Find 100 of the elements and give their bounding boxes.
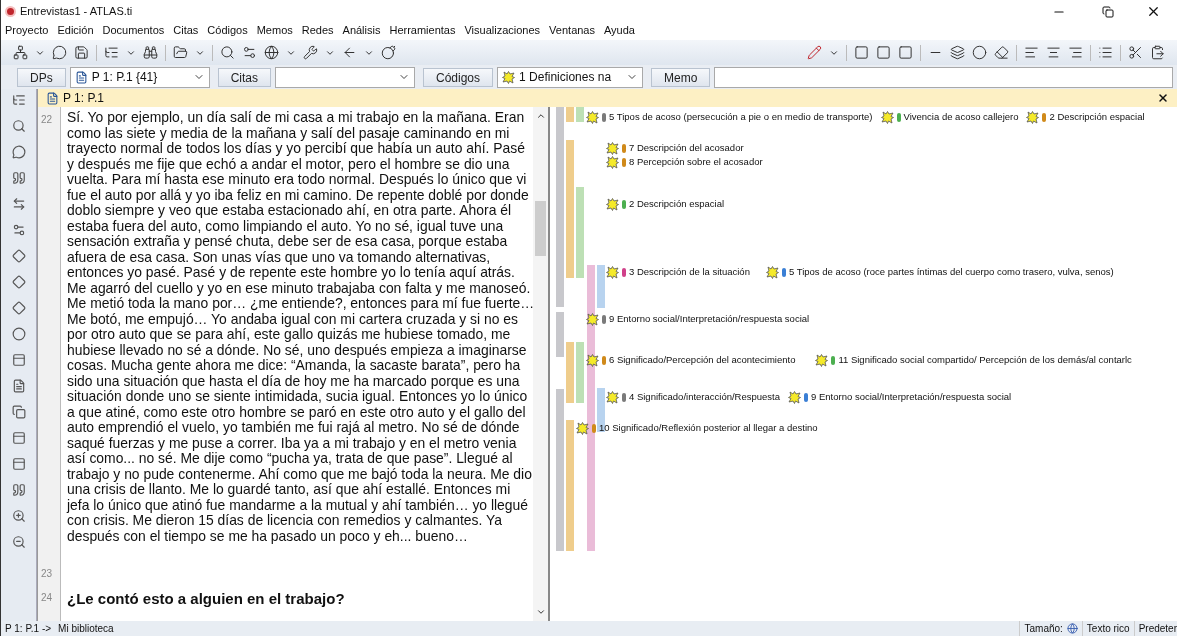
scroll-down-icon[interactable] bbox=[535, 607, 546, 617]
tool-icon[interactable] bbox=[11, 431, 26, 445]
scrollbar[interactable] bbox=[533, 107, 548, 621]
save-icon[interactable] bbox=[74, 45, 89, 60]
align-center-icon[interactable] bbox=[1046, 45, 1061, 60]
document-title: P 1: P.1 bbox=[63, 90, 104, 107]
tool-icon[interactable] bbox=[11, 379, 26, 393]
code-label[interactable]: 11 Significado social compartido/ Percepción de los demás/al contarlc bbox=[838, 353, 1132, 368]
status-mode: Predeter bbox=[1133, 621, 1177, 636]
code-icon bbox=[606, 390, 619, 404]
dropdown-value: P 1: P.1 {41} bbox=[91, 69, 159, 86]
code-label[interactable]: 2 Descripción espacial bbox=[629, 197, 725, 212]
tool-icon[interactable] bbox=[11, 93, 26, 107]
menu-item[interactable]: Citas bbox=[173, 21, 199, 39]
network-icon[interactable] bbox=[13, 45, 28, 60]
tool-icon[interactable] bbox=[11, 119, 26, 133]
code-label[interactable]: 9 Entorno social/Interpretación/respuesta social bbox=[811, 390, 1012, 405]
tool-icon[interactable] bbox=[11, 457, 26, 471]
dropdown-field[interactable]: P 1: P.1 {41} bbox=[69, 66, 210, 88]
status-size-label: Tamaño: bbox=[1019, 621, 1063, 636]
tool-icon[interactable] bbox=[11, 197, 26, 211]
code-icon bbox=[576, 421, 589, 435]
eraser-icon[interactable] bbox=[994, 45, 1009, 60]
search-icon[interactable] bbox=[220, 45, 235, 60]
menu-item[interactable]: Ayuda bbox=[604, 21, 635, 39]
code-icon bbox=[606, 155, 619, 169]
scroll-thumb[interactable] bbox=[535, 201, 546, 256]
panel-button[interactable]: DPs bbox=[17, 67, 66, 87]
close-icon[interactable] bbox=[1157, 92, 1169, 104]
code-label[interactable]: 2 Descripción espacial bbox=[1049, 110, 1145, 125]
code-icon bbox=[880, 110, 894, 124]
menu-item[interactable]: Códigos bbox=[207, 21, 248, 39]
tool-icon[interactable] bbox=[11, 353, 26, 367]
dropdown-field[interactable]: 1 Definiciones na bbox=[497, 66, 644, 88]
speech-bubble-icon[interactable] bbox=[52, 45, 67, 60]
question-heading: ¿Le contó esto a alguien en el trabajo? bbox=[67, 589, 345, 609]
restore-icon[interactable] bbox=[1102, 5, 1114, 18]
pen-icon[interactable] bbox=[807, 45, 822, 60]
tool-icon[interactable] bbox=[11, 483, 26, 497]
panel-button[interactable]: Citas bbox=[217, 67, 271, 87]
window-title: Entrevistas1 - ATLAS.ti bbox=[20, 4, 133, 20]
code-label[interactable]: 9 Entorno social/Interpretación/respuesta social bbox=[609, 312, 810, 327]
tool-icon[interactable] bbox=[11, 327, 26, 341]
globe-icon[interactable] bbox=[264, 45, 279, 60]
align-left-icon[interactable] bbox=[1024, 45, 1039, 60]
menu-item[interactable]: Proyecto bbox=[5, 21, 49, 39]
tool-icon[interactable] bbox=[11, 535, 26, 549]
menu-item[interactable]: Memos bbox=[256, 21, 293, 39]
paste-icon[interactable] bbox=[1150, 45, 1165, 60]
list-icon[interactable] bbox=[1098, 45, 1113, 60]
globe-icon bbox=[1066, 623, 1078, 634]
cut-icon[interactable] bbox=[1128, 45, 1143, 60]
scroll-up-icon[interactable] bbox=[535, 111, 546, 121]
code-icon bbox=[606, 265, 619, 279]
line-number: 23 bbox=[41, 567, 53, 581]
binoculars-icon[interactable] bbox=[143, 45, 158, 60]
status-path: P 1: P.1 -> bbox=[5, 622, 52, 636]
menu-item[interactable]: Edición bbox=[57, 21, 94, 39]
bomb-icon[interactable] bbox=[381, 45, 396, 60]
menu-item[interactable]: Visualizaciones bbox=[464, 21, 541, 39]
code-icon bbox=[586, 353, 599, 367]
code-icon bbox=[1026, 110, 1040, 124]
wrench-icon[interactable] bbox=[303, 45, 318, 60]
code-icon bbox=[815, 353, 829, 367]
dropdown-value: 1 Definiciones na bbox=[519, 69, 613, 86]
code-label[interactable]: 7 Descripción del acosador bbox=[629, 141, 744, 156]
code-label[interactable]: Vivencia de acoso callejero bbox=[903, 110, 1019, 125]
menu-item[interactable]: Redes bbox=[301, 21, 334, 39]
code-label[interactable]: 4 Significado/interacción/Respuesta bbox=[629, 390, 781, 405]
tool-icon[interactable] bbox=[11, 171, 26, 185]
panel-button[interactable]: Memo bbox=[651, 67, 711, 87]
code-icon bbox=[765, 265, 779, 279]
tool-icon[interactable] bbox=[11, 509, 26, 523]
code-label[interactable]: 10 Significado/Reflexión posterior al llegar a destino bbox=[599, 421, 818, 436]
code-label[interactable]: 6 Significado/Percepción del acontecimiento bbox=[609, 353, 796, 368]
tool-icon[interactable] bbox=[11, 301, 26, 315]
code-label[interactable]: 5 Tipos de acoso (persecución a pie o en medio de transporte) bbox=[609, 110, 873, 125]
code-label[interactable]: 3 Descripción de la situación bbox=[629, 265, 750, 280]
tool-icon[interactable] bbox=[11, 145, 26, 159]
menu-item[interactable]: Herramientas bbox=[389, 21, 456, 39]
folder-icon[interactable] bbox=[173, 45, 188, 60]
menu-item[interactable]: Análisis bbox=[342, 21, 381, 39]
align-right-icon[interactable] bbox=[1068, 45, 1083, 60]
tool-icon[interactable] bbox=[11, 249, 26, 263]
settings-icon[interactable] bbox=[242, 45, 257, 60]
tool-icon[interactable] bbox=[11, 405, 26, 419]
tool-icon[interactable] bbox=[11, 223, 26, 237]
status-library: Mi biblioteca bbox=[58, 622, 114, 636]
code-label[interactable]: 8 Percepción sobre el acosador bbox=[629, 155, 763, 170]
tree-icon[interactable] bbox=[104, 45, 119, 60]
close-icon[interactable] bbox=[1146, 4, 1161, 19]
memo-field[interactable] bbox=[714, 66, 1173, 88]
menu-item[interactable]: Documentos bbox=[102, 21, 165, 39]
code-icon bbox=[606, 197, 619, 211]
dropdown-field[interactable] bbox=[275, 66, 415, 88]
panel-button[interactable]: Códigos bbox=[423, 67, 494, 87]
app-logo-icon bbox=[5, 6, 16, 17]
tool-icon[interactable] bbox=[11, 275, 26, 289]
menu-item[interactable]: Ventanas bbox=[549, 21, 595, 39]
code-label[interactable]: 5 Tipos de acoso (roce partes íntimas del cuerpo como trasero, vulva, senos) bbox=[788, 265, 1114, 280]
